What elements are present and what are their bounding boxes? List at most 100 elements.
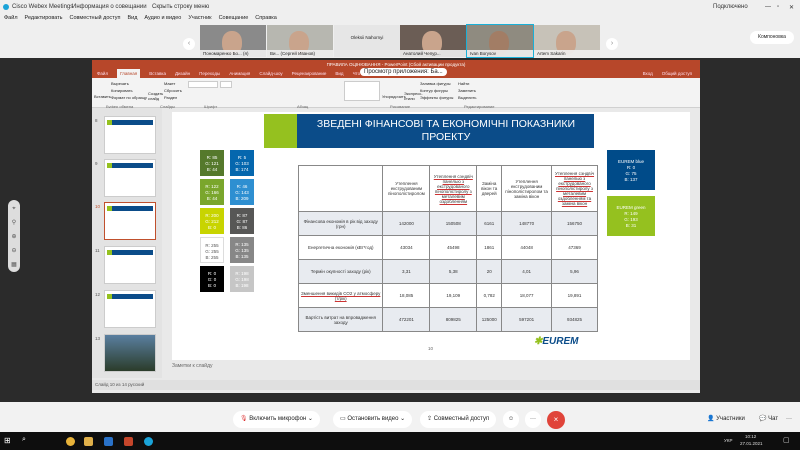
participant-name: Artem Sakarin [534, 50, 600, 57]
table-cell: 472201 [382, 307, 431, 332]
section-button[interactable]: Раздел [164, 95, 177, 100]
shape-outline-button[interactable]: Контур фигуры [420, 88, 448, 93]
chrome-icon[interactable] [66, 437, 75, 446]
tab-review[interactable]: Рецензирование [292, 69, 327, 78]
layout-ribbon-button[interactable]: Макет [164, 81, 175, 86]
slide-thumbnail-current[interactable] [104, 202, 156, 240]
slide-canvas[interactable]: ЗВЕДЕНІ ФІНАНСОВІ ТА ЕКОНОМІЧНІ ПОКАЗНИК… [172, 112, 690, 360]
participant-video[interactable]: Oleksii Nahornyi [334, 25, 400, 57]
slide-thumbnail[interactable] [104, 246, 156, 284]
meeting-controls-bar: 🎙 Включить микрофон ⌄ ▭ Остановить видео… [0, 402, 800, 434]
participants-button[interactable]: 👤 Участники [700, 411, 752, 428]
font-name-select[interactable] [188, 81, 218, 88]
shapes-gallery[interactable] [344, 81, 380, 101]
reactions-button[interactable]: ☺ [503, 411, 520, 428]
sign-in[interactable]: Вход [643, 69, 653, 78]
notifications-icon[interactable]: ▢ [783, 436, 790, 444]
participant-video[interactable]: Анатолий Чепур... [400, 25, 466, 57]
zoom-out-icon[interactable]: ⊖ [8, 244, 20, 258]
color-swatch: R: 5 G: 103 B: 174 [230, 150, 254, 176]
word-icon[interactable] [104, 437, 113, 446]
menu-participant[interactable]: Участник [188, 15, 211, 21]
new-slide-button[interactable]: Создать слайд [148, 91, 163, 101]
connection-status: Подключено [713, 4, 748, 10]
participant-video[interactable]: Ви... (Сергей Иванов) [267, 25, 333, 57]
file-explorer-icon[interactable] [84, 437, 93, 446]
menu-meeting[interactable]: Совещание [219, 15, 249, 21]
slide-thumbnail[interactable] [104, 334, 156, 372]
table-cell: 3,31 [382, 259, 431, 284]
paste-button[interactable]: Вставить [94, 94, 111, 99]
menu-file[interactable]: Файл [4, 15, 18, 21]
arrange-button[interactable]: Упорядочить [382, 94, 406, 99]
clock-time[interactable]: 10:12 [745, 434, 756, 439]
tab-view[interactable]: Вид [335, 69, 343, 78]
slide-number: 8 [95, 118, 98, 123]
menu-view[interactable]: Вид [127, 15, 137, 21]
slide-thumbnail[interactable] [104, 116, 156, 154]
unmute-button[interactable]: 🎙 Включить микрофон ⌄ [233, 411, 320, 428]
stop-video-button[interactable]: ▭ Остановить видео ⌄ [333, 411, 413, 428]
meeting-info-button[interactable]: Информация о совещании [72, 4, 147, 10]
slide-notes[interactable]: Заметки к слайду [172, 363, 213, 369]
tab-animations[interactable]: Анимация [229, 69, 250, 78]
participant-name: Анатолий Чепур... [400, 50, 466, 57]
table-header: Утеплення екструдованим пінополістиролом… [501, 165, 553, 212]
menu-audio-video[interactable]: Аудио и видео [144, 15, 181, 21]
menu-share[interactable]: Совместный доступ [70, 15, 121, 21]
share-button[interactable]: ⇪ Совместный доступ [420, 411, 497, 428]
replace-button[interactable]: Заменить [458, 88, 476, 93]
close-button[interactable]: ✕ [789, 4, 794, 11]
menu-help[interactable]: Справка [255, 15, 277, 21]
tab-transitions[interactable]: Переходы [199, 69, 220, 78]
grid-icon[interactable]: ▦ [8, 258, 20, 272]
share-tab[interactable]: Общий доступ [662, 69, 692, 78]
table-cell: 43034 [382, 235, 431, 260]
slide-thumbnails-pane[interactable]: 8 9 10 11 12 13 [92, 108, 162, 378]
table-cell: 20 [476, 259, 503, 284]
menu-edit[interactable]: Редактировать [25, 15, 63, 21]
font-size-select[interactable] [220, 81, 232, 88]
tab-file[interactable]: Файл [97, 69, 108, 78]
webex-icon[interactable] [144, 437, 153, 446]
participant-video[interactable]: Artem Sakarin [534, 25, 600, 57]
minimize-button[interactable]: — [765, 4, 771, 10]
format-painter-button[interactable]: Формат по образцу [111, 95, 147, 100]
next-participants-button[interactable]: › [606, 38, 618, 50]
prev-participants-button[interactable]: ‹ [183, 38, 195, 50]
search-icon[interactable]: ⌕ [22, 436, 26, 444]
tab-home[interactable]: Главная [117, 69, 141, 78]
powerpoint-icon[interactable] [124, 437, 133, 446]
input-language[interactable]: УКР [724, 438, 732, 443]
hide-menu-button[interactable]: Скрыть строку меню [152, 4, 209, 10]
participant-video-active[interactable]: Ivan Borysov [466, 24, 534, 58]
shape-effects-button[interactable]: Эффекты фигуры [420, 95, 453, 100]
layout-button[interactable]: Компоновка [750, 31, 794, 44]
participant-video[interactable]: Пономаренко Бо... (я) [200, 25, 266, 57]
tab-slideshow[interactable]: Слайд-шоу [259, 69, 282, 78]
more-panels-button[interactable]: ··· [783, 411, 795, 428]
table-cell: 156750 [551, 211, 598, 236]
zoom-in-icon[interactable]: ⊕ [8, 230, 20, 244]
quick-styles-button[interactable]: Экспресс-стили [404, 91, 423, 101]
leave-meeting-button[interactable]: × [547, 411, 565, 429]
copy-button[interactable]: Копировать [111, 88, 133, 93]
pin-icon[interactable]: ⚲ [8, 216, 20, 230]
reset-button[interactable]: Сбросить [164, 88, 182, 93]
find-button[interactable]: Найти [458, 81, 469, 86]
pointer-icon[interactable]: ⌖ [8, 202, 20, 216]
more-options-button[interactable]: ··· [525, 411, 541, 428]
cut-button[interactable]: Вырезать [111, 81, 129, 86]
slide-thumbnail[interactable] [104, 159, 156, 197]
select-button[interactable]: Выделить [458, 95, 476, 100]
shape-fill-button[interactable]: Заливка фигуры [420, 81, 451, 86]
tab-design[interactable]: Дизайн [175, 69, 190, 78]
tab-insert[interactable]: Вставка [149, 69, 166, 78]
clock-date[interactable]: 27.01.2021 [740, 441, 763, 446]
chat-button[interactable]: 💬 Чат [752, 411, 785, 428]
windows-start-icon[interactable]: ⊞ [4, 436, 11, 445]
slide-thumbnail[interactable] [104, 290, 156, 328]
maximize-button[interactable]: ▫ [777, 4, 779, 10]
table-cell: Термін окупності заходу (рік) [297, 259, 384, 284]
table-cell: 125000 [476, 307, 503, 332]
